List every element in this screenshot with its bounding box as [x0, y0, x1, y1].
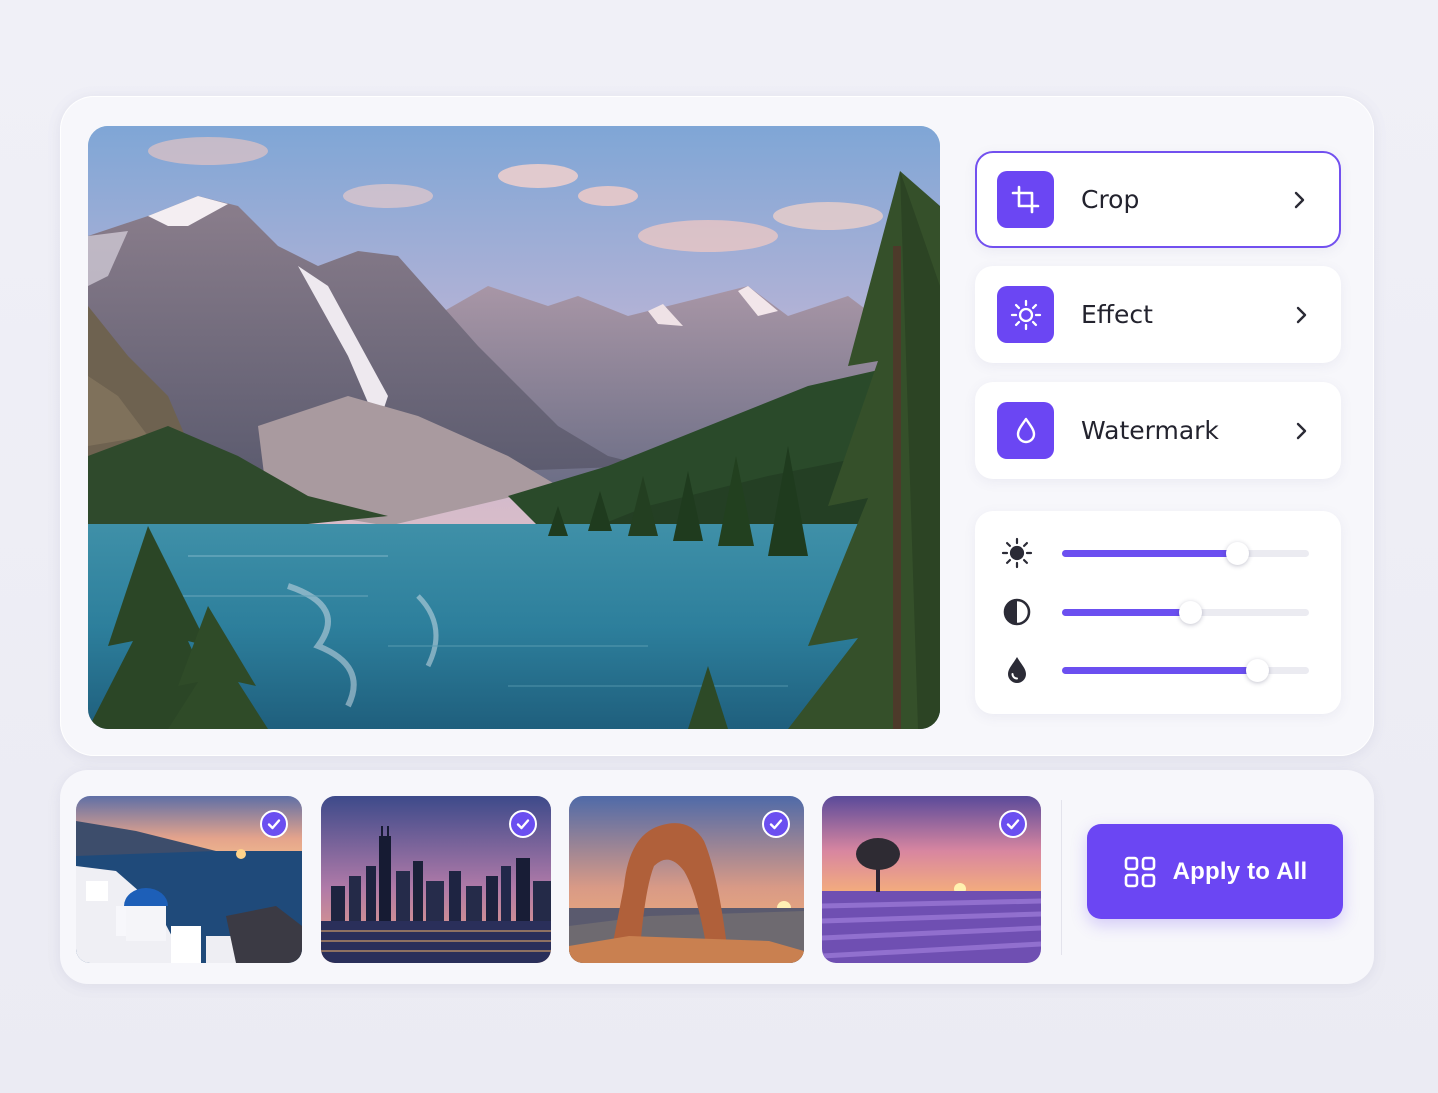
apply-to-all-button[interactable]: Apply to All	[1087, 824, 1343, 919]
droplet-icon	[997, 402, 1054, 459]
tool-effect[interactable]: Effect	[975, 266, 1341, 363]
brightness-slider-fill	[1062, 550, 1238, 557]
saturation-slider-handle[interactable]	[1246, 659, 1270, 682]
saturation-slider[interactable]	[1062, 659, 1309, 682]
saturation-icon	[1008, 657, 1026, 683]
chevron-right-icon	[1294, 191, 1305, 208]
thumbnail-city-skyline[interactable]	[321, 796, 551, 963]
thumbnail-stone-arch[interactable]	[569, 796, 804, 963]
chevron-right-icon	[1296, 306, 1307, 323]
mountain-lake-image	[88, 126, 940, 729]
tool-crop[interactable]: Crop	[975, 151, 1341, 248]
thumbnail-santorini[interactable]	[76, 796, 302, 963]
check-icon[interactable]	[260, 810, 288, 838]
grid-icon	[1124, 856, 1155, 887]
saturation-slider-fill	[1062, 667, 1258, 674]
tool-watermark[interactable]: Watermark	[975, 382, 1341, 479]
main-photo-preview[interactable]	[88, 126, 940, 729]
tool-crop-label: Crop	[1081, 185, 1140, 214]
brightness-slider[interactable]	[1062, 542, 1309, 565]
tool-watermark-label: Watermark	[1081, 416, 1219, 445]
brightness-slider-row	[975, 533, 1341, 573]
brightness-slider-handle[interactable]	[1226, 542, 1250, 565]
check-icon[interactable]	[999, 810, 1027, 838]
check-icon[interactable]	[509, 810, 537, 838]
contrast-icon	[1003, 598, 1031, 626]
thumbnail-lavender-field[interactable]	[822, 796, 1041, 963]
saturation-slider-row	[975, 650, 1341, 690]
editor-panel: Crop Effect Watermark	[60, 96, 1374, 756]
batch-panel: Apply to All	[60, 770, 1374, 984]
tool-effect-label: Effect	[1081, 300, 1153, 329]
contrast-slider-fill	[1062, 609, 1191, 616]
contrast-slider-handle[interactable]	[1179, 601, 1203, 624]
crop-icon	[997, 171, 1054, 228]
contrast-slider-row	[975, 592, 1341, 632]
apply-to-all-label: Apply to All	[1172, 857, 1308, 885]
chevron-right-icon	[1296, 422, 1307, 439]
sun-icon	[997, 286, 1054, 343]
divider	[1061, 800, 1062, 955]
adjustments-panel	[975, 511, 1341, 714]
contrast-slider[interactable]	[1062, 601, 1309, 624]
check-icon[interactable]	[762, 810, 790, 838]
brightness-icon	[1001, 537, 1033, 569]
